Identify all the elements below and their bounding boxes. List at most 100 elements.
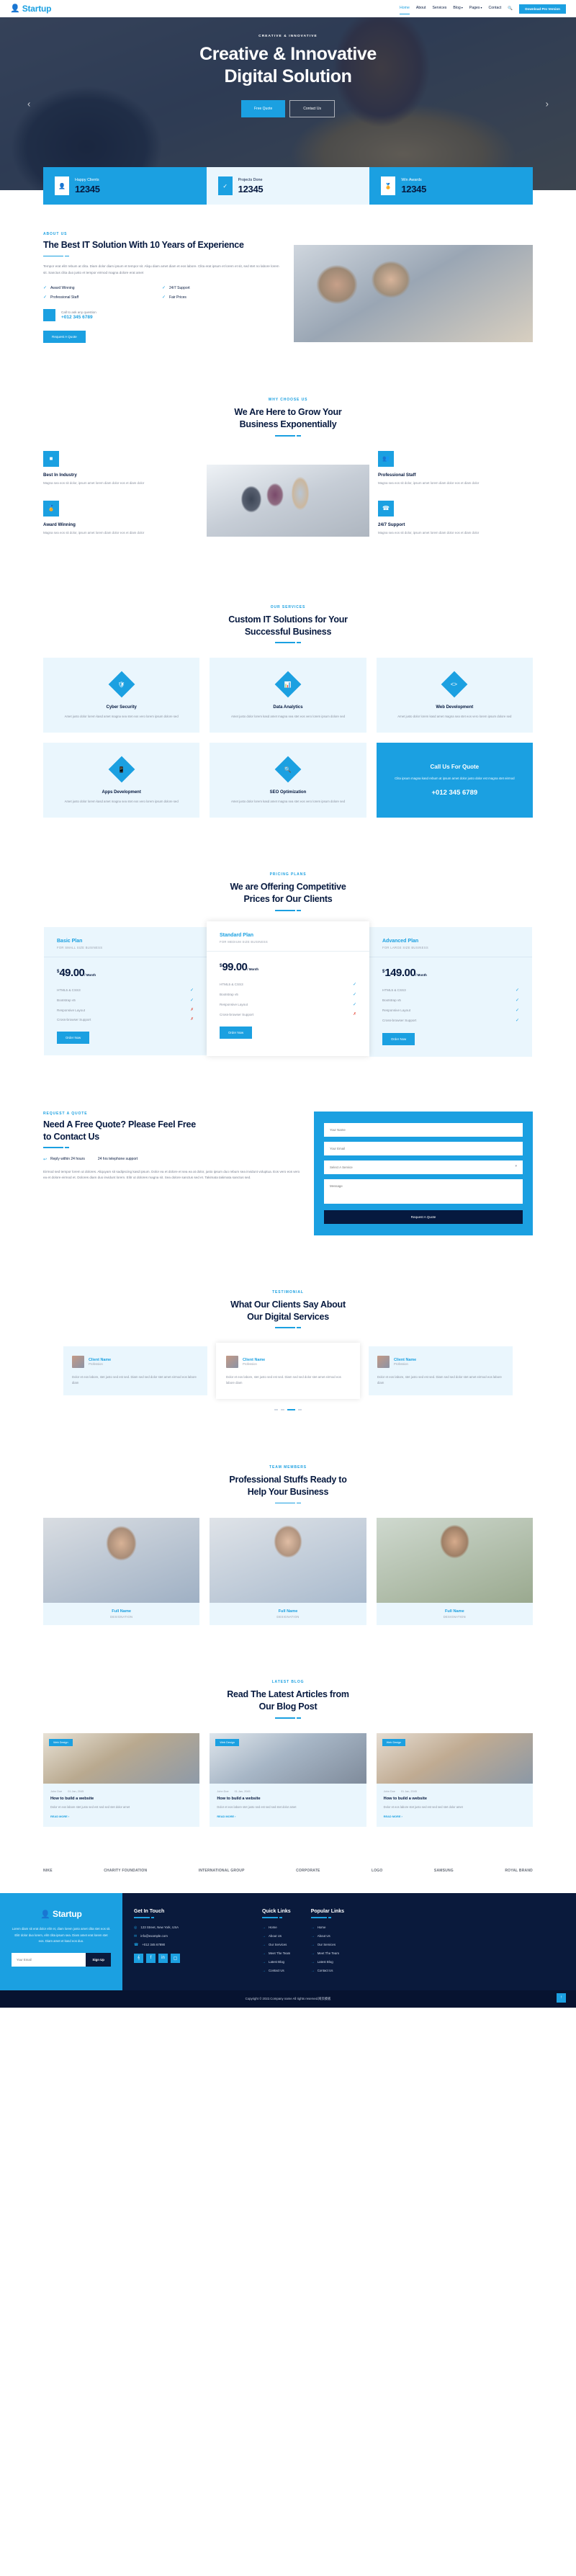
quote-name-input[interactable]	[324, 1122, 523, 1137]
order-now-button[interactable]: Order Now	[220, 1026, 253, 1039]
nav-item-services[interactable]: Services	[432, 6, 446, 12]
testimonial-section: TESTIMONIAL What Our Clients Say About O…	[43, 1263, 533, 1438]
blog-read-more-link[interactable]: READ MORE ›	[384, 1815, 526, 1818]
about-feature-list: ✓ Award Winning ✓ 24/7 Support ✓ Profession…	[43, 283, 281, 302]
hero-title-line2: Digital Solution	[224, 66, 352, 86]
footer-quick-link[interactable]: → Contact Us	[262, 1969, 291, 1973]
linkedin-icon[interactable]: in	[158, 1953, 168, 1963]
services-title: Custom IT Solutions for Your Successful …	[43, 614, 533, 638]
footer-link-label: About Us	[269, 1934, 282, 1938]
hero-kicker: CREATIVE & INNOVATIVE	[258, 35, 318, 38]
footer-quick-link[interactable]: → Home	[262, 1926, 291, 1930]
about-call-number[interactable]: +012 345 6789	[61, 315, 96, 320]
why-image	[207, 464, 369, 537]
plan-feature-row: Bootstrap v5 ✓	[57, 996, 194, 1006]
service-card-cyber-security[interactable]: 🛡 Cyber Security Amet justo dolor lorem …	[43, 657, 200, 733]
twitter-icon[interactable]: 𝄞	[134, 1953, 143, 1963]
testimonial-role: Profession	[394, 1361, 408, 1366]
footer-popular-link[interactable]: → Latest Blog	[311, 1960, 344, 1964]
footer-quick-link[interactable]: → Meet The Team	[262, 1951, 291, 1956]
footer-quick-link[interactable]: → Our Services	[262, 1943, 291, 1947]
blog-post-text: Dolor et eos labore stet justo sed est s…	[383, 1804, 463, 1809]
award-icon: 🏅	[43, 500, 59, 516]
nav-item-pages-label: Pages	[469, 6, 480, 10]
fact-projects-done: ✓ Projects Done 12345	[206, 167, 370, 205]
download-pro-button[interactable]: Download Pro Version	[519, 4, 566, 14]
footer-popular-link[interactable]: → Home	[311, 1926, 344, 1930]
order-now-button[interactable]: Order Now	[382, 1032, 415, 1045]
blog-post-card[interactable]: Web Design John Doe 01 Jan, 2045 How to …	[210, 1732, 366, 1828]
blog-title-line2: Our Blog Post	[258, 1701, 318, 1712]
plan-period: / Month	[415, 972, 427, 977]
blog-post-card[interactable]: Web Design John Doe 01 Jan, 2045 How to …	[376, 1732, 533, 1828]
footer-popular-link[interactable]: → About Us	[311, 1934, 344, 1938]
about-request-quote-button[interactable]: Request A Quote	[43, 331, 86, 344]
quote-service-select[interactable]	[324, 1160, 523, 1174]
footer-phone-label[interactable]: +012 345 67890	[142, 1943, 165, 1946]
quote-email-input[interactable]	[324, 1141, 523, 1155]
carousel-dot[interactable]	[281, 1409, 284, 1411]
arrow-right-icon: →	[310, 1968, 315, 1973]
brand-logo[interactable]: 👤 Startup	[10, 4, 52, 14]
fact-label: Projects Done	[238, 177, 263, 182]
quote-form: Request A Quote	[314, 1111, 533, 1235]
nav-item-home[interactable]: Home	[400, 6, 410, 14]
nav-item-pages[interactable]: Pages▾	[469, 6, 482, 12]
quote-title: Need A Free Quote? Please Feel Free to C…	[43, 1119, 302, 1143]
quote-section: REQUEST A QUOTE Need A Free Quote? Pleas…	[43, 1084, 533, 1263]
search-icon[interactable]: 🔍	[508, 6, 513, 11]
nav-item-contact[interactable]: Contact	[488, 6, 501, 12]
services-kicker: OUR SERVICES	[270, 604, 306, 609]
check-icon: ✓	[515, 998, 519, 1003]
order-now-button[interactable]: Order Now	[57, 1031, 90, 1044]
plan-feature-row: HTML5 & CSS3 ✓	[57, 985, 194, 996]
arrow-right-icon: →	[262, 1925, 266, 1930]
footer-popular-link[interactable]: → Contact Us	[311, 1969, 344, 1973]
service-call-cta[interactable]: Call Us For Quote Clita ipsum magna kasd…	[376, 743, 533, 818]
plan-feature-row: Cross-browser Support ✗	[57, 1015, 194, 1024]
team-member-card: Full Name DESIGNATION	[376, 1518, 533, 1626]
footer-email-label[interactable]: info@example.com	[140, 1934, 168, 1938]
blog-read-more-link[interactable]: READ MORE ›	[50, 1815, 192, 1818]
nav-item-blog[interactable]: Blog▾	[453, 6, 462, 12]
team-member-photo	[43, 1518, 200, 1604]
carousel-prev-icon[interactable]: ‹	[27, 99, 30, 109]
phone-icon: ☎	[378, 500, 394, 516]
quote-kicker: REQUEST A QUOTE	[43, 1111, 88, 1116]
quote-message-textarea[interactable]	[324, 1179, 523, 1204]
carousel-dot-active[interactable]	[287, 1409, 295, 1411]
carousel-dot[interactable]	[298, 1409, 302, 1411]
quote-submit-button[interactable]: Request A Quote	[324, 1209, 523, 1224]
service-card-data-analytics[interactable]: 📊 Data Analytics Amet justo dolor lorem …	[210, 657, 366, 733]
plan-name: Advanced Plan	[382, 938, 419, 944]
facebook-icon[interactable]: f	[146, 1953, 156, 1963]
footer-quick-link[interactable]: → Latest Blog	[262, 1960, 291, 1964]
phone-icon: ☎	[134, 1942, 139, 1947]
footer-email: ✉ info@example.com	[134, 1934, 242, 1938]
instagram-icon[interactable]: ▢	[171, 1953, 180, 1963]
footer-popular-link[interactable]: → Our Services	[311, 1943, 344, 1947]
why-item-text: Magna sea eos sit dolor, ipsum amet lore…	[43, 480, 145, 485]
nav-item-about[interactable]: About	[416, 6, 426, 12]
service-card-web-development[interactable]: <> Web Development Amet justo dolor lore…	[376, 657, 533, 733]
code-icon: <>	[441, 671, 468, 698]
contact-us-button[interactable]: Contact Us	[289, 100, 336, 117]
team-kicker: TEAM MEMBERS	[269, 1465, 307, 1470]
service-card-seo-optimization[interactable]: 🔍 SEO Optimization Amet justo dolor lore…	[210, 743, 366, 818]
free-quote-button[interactable]: Free Quote	[240, 100, 286, 117]
blog-read-more-link[interactable]: READ MORE ›	[217, 1815, 359, 1818]
team-member-name: Full Name	[112, 1609, 132, 1614]
arrow-up-icon[interactable]: ↑	[557, 1993, 566, 2003]
newsletter-email-input[interactable]	[12, 1953, 86, 1967]
footer-quick-link[interactable]: → About Us	[262, 1934, 291, 1938]
plan-feature-row: Cross-browser Support ✗	[220, 1010, 356, 1019]
newsletter-signup-button[interactable]: Sign Up	[86, 1953, 111, 1967]
avatar	[72, 1355, 84, 1368]
blog-post-card[interactable]: Web Design John Doe 01 Jan, 2045 How to …	[43, 1732, 200, 1828]
carousel-dot[interactable]	[274, 1409, 278, 1411]
carousel-next-icon[interactable]: ›	[546, 99, 549, 109]
service-card-apps-development[interactable]: 📱 Apps Development Amet justo dolor lore…	[43, 743, 200, 818]
blog-post-meta: John Doe 01 Jan, 2045	[384, 1790, 526, 1793]
why-column-right: 👥 Professional Staff Magna sea eos sit d…	[378, 450, 533, 550]
footer-popular-link[interactable]: → Meet The Team	[311, 1951, 344, 1956]
